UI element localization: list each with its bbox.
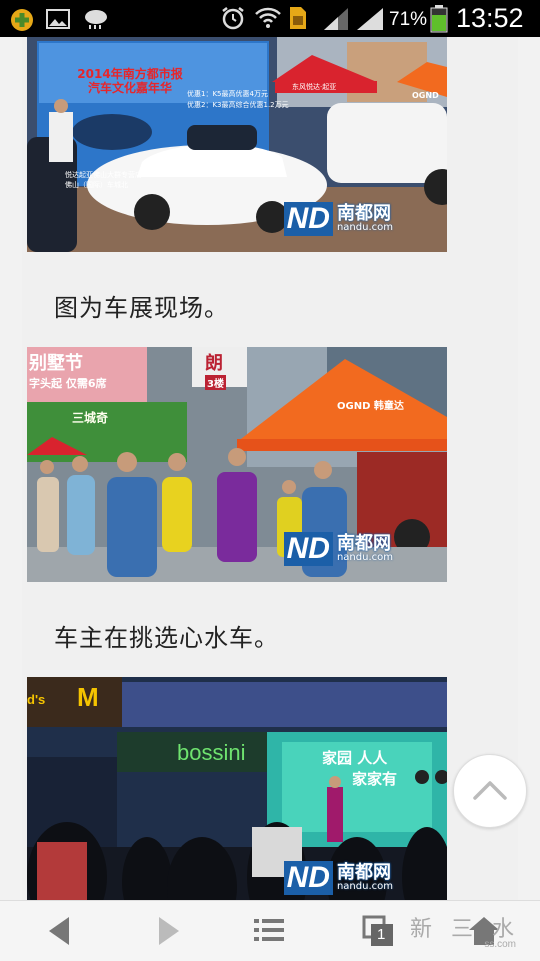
watermark-cn: 南都网	[336, 862, 391, 883]
forward-arrow-icon	[159, 917, 179, 945]
app-badge-icon	[10, 8, 34, 36]
banner-title: 2014年南方都市报 汽车文化嘉年华	[55, 67, 205, 95]
nandu-watermark: ND 南都网 nandu.com	[283, 202, 393, 236]
bossini-sign: bossini	[177, 740, 246, 765]
chevron-up-icon	[472, 779, 508, 805]
battery-percent: 71%	[389, 9, 428, 30]
banner-title-line1: 2014年南方都市报	[77, 67, 183, 81]
stage-sign-line1: 家园 人人	[322, 749, 388, 767]
signal-icon	[355, 6, 385, 36]
status-bar: 71% 13:52	[0, 0, 540, 37]
back-arrow-icon	[49, 917, 69, 945]
nandu-watermark: ND 南都网 nandu.com	[283, 532, 393, 566]
cloud-rain-icon	[82, 7, 110, 35]
watermark-cn: 南都网	[336, 533, 391, 554]
banner-offer1: 优惠1：K5最高优惠4万元	[187, 90, 268, 98]
corner-url: ss.com	[484, 939, 516, 950]
banner-title-line2: 汽车文化嘉年华	[87, 81, 172, 95]
sign-left: 别墅节 字头起 仅需6席	[29, 349, 106, 391]
nandu-watermark: ND 南都网 nandu.com	[283, 861, 393, 895]
scroll-to-top-button[interactable]	[453, 754, 527, 828]
sign-mid-title: 朗	[205, 353, 223, 374]
banner-bottom-line1: 悦达起亚佛山大群专营店	[65, 171, 142, 179]
back-button[interactable]	[40, 913, 80, 949]
sign-green: 三城奇	[72, 411, 109, 425]
sign-mid: 朗 3楼	[205, 349, 226, 390]
watermark-url: nandu.com	[336, 881, 393, 892]
menu-button[interactable]	[252, 913, 292, 949]
tabs-button[interactable]: 1	[360, 913, 400, 949]
mcdonalds-sign: M	[77, 682, 99, 712]
tent-label: OGND 韩童达	[337, 401, 404, 412]
stage-sign: 家园 人人 家家有	[322, 747, 397, 789]
car-show-photo[interactable]: 2014年南方都市报 汽车文化嘉年华 优惠1：K5最高优惠4万元 优惠2：K3最…	[27, 37, 447, 252]
alarm-icon	[220, 5, 246, 35]
evening-stage-photo[interactable]: M d's bossini 家园 人人 家家有 ND 南都网 nandu.com	[27, 677, 447, 900]
nd-logo: ND	[283, 861, 333, 895]
nd-logo: ND	[283, 532, 333, 566]
forward-button[interactable]	[148, 913, 188, 949]
article-content: 2014年南方都市报 汽车文化嘉年华 优惠1：K5最高优惠4万元 优惠2：K3最…	[22, 37, 518, 900]
battery-icon	[430, 5, 448, 37]
list-menu-icon	[254, 919, 284, 941]
stage-sign-line2: 家家有	[352, 770, 398, 788]
banner-offers: 优惠1：K5最高优惠4万元 优惠2：K3最高综合优惠1.2万元	[187, 89, 289, 111]
clock: 13:52	[456, 3, 524, 33]
caption-1: 图为车展现场。	[54, 294, 229, 322]
sign-mid-sub: 3楼	[205, 375, 226, 390]
watermark-url: nandu.com	[336, 552, 393, 563]
banner-offer2: 优惠2：K3最高综合优惠1.2万元	[187, 101, 289, 109]
car-buyers-photo[interactable]: 别墅节 字头起 仅需6席 朗 3楼 三城奇 OGND 韩童达 ND 南都网 na…	[27, 347, 447, 582]
browser-toolbar: 1 新 三 水 ss.com	[0, 900, 540, 961]
banner-bottom: 悦达起亚佛山大群专营店 佛山（国际）车城北	[65, 170, 142, 190]
nd-logo: ND	[283, 202, 333, 236]
banner-bottom-line2: 佛山（国际）车城北	[65, 181, 128, 189]
tent-label: 东风悦达·起亚	[292, 83, 337, 91]
sim-card-icon	[288, 5, 308, 35]
sign-left-title: 别墅节	[29, 353, 83, 374]
watermark-cn: 南都网	[336, 203, 391, 224]
tabs-count: 1	[377, 926, 386, 943]
watermark-url: nandu.com	[336, 222, 393, 233]
wifi-icon	[253, 5, 283, 35]
tent-label-2: OGND	[412, 91, 439, 100]
sign-left-sub: 字头起 仅需6席	[29, 377, 107, 390]
signal-icon	[322, 6, 350, 36]
caption-2: 车主在挑选心水车。	[54, 624, 279, 652]
image-icon	[46, 9, 70, 33]
sign-left: d's	[27, 692, 46, 707]
